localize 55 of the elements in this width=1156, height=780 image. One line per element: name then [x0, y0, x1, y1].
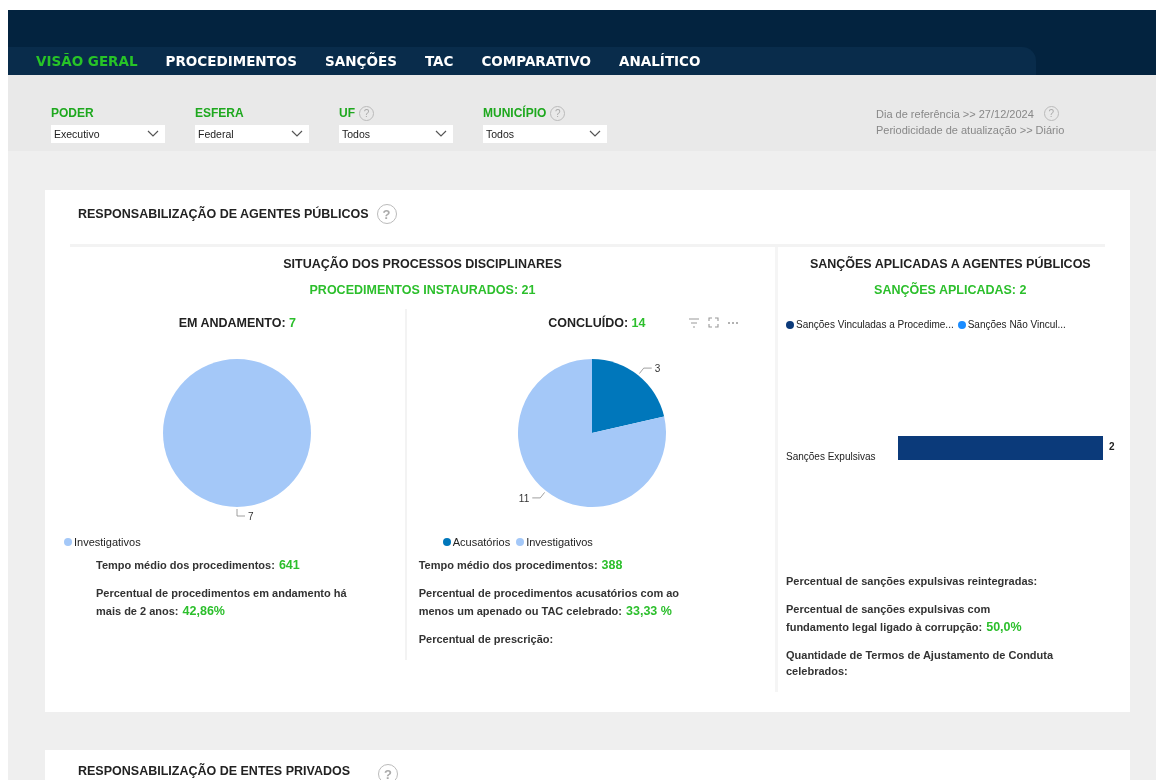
- nav-tab[interactable]: SANÇÕES: [325, 53, 397, 69]
- total-count: PROCEDIMENTOS INSTAURADOS: 21: [308, 283, 537, 297]
- section-title: RESPONSABILIZAÇÃO DE AGENTES PÚBLICOS: [78, 207, 369, 221]
- legend-dot: [64, 538, 72, 546]
- metric-text: Percentual de procedimentos acusatórios com ao menos um apenado ou TAC celebrado: 33,33 %: [418, 586, 681, 621]
- expand-icon[interactable]: [708, 317, 719, 328]
- chart-group-title: SANÇÕES APLICADAS A AGENTES PÚBLICOS: [808, 257, 1092, 271]
- filter-label: ESFERA: [195, 106, 244, 120]
- filter-label: MUNICÍPIO: [483, 106, 547, 120]
- legend-label: Sanções Não Vincul...: [967, 319, 1066, 330]
- chevron-down-icon: [589, 130, 601, 138]
- leader-line: [531, 492, 545, 499]
- update-frequency: Periodicidade de atualização >> Diário: [876, 124, 1066, 136]
- nav-tab[interactable]: PROCEDIMENTOS: [165, 53, 298, 69]
- metric-text: Percentual de procedimentos em andamento há mais de 2 anos: 42,86%: [96, 586, 348, 621]
- more-icon[interactable]: [727, 320, 739, 325]
- nav-tab[interactable]: TAC: [424, 53, 454, 69]
- filter-dropdown[interactable]: Todos: [483, 125, 607, 143]
- reference-date: Dia de referência >> 27/12/2024: [876, 107, 1034, 120]
- data-label: 11: [518, 492, 530, 504]
- section-title: RESPONSABILIZAÇÃO DE ENTES PRIVADOS: [78, 764, 351, 778]
- leader-line: [638, 367, 652, 374]
- metric-text: Quantidade de Termos de Ajustamento de Conduta celebrados:: [786, 648, 1055, 679]
- nav-tab[interactable]: ANALÍTICO: [619, 53, 701, 69]
- filter-label: UF: [339, 106, 355, 120]
- filter-icon[interactable]: [688, 317, 700, 328]
- nav-tab[interactable]: COMPARATIVO: [481, 53, 592, 69]
- metric-text: Tempo médio dos procedimentos: 388: [418, 557, 624, 574]
- filter-dropdown[interactable]: Executivo: [51, 125, 165, 143]
- legend-dot: [442, 538, 451, 546]
- metric-text: Percentual de sanções expulsivas com fundamento legal ligado à corrupção: 50,0%: [786, 601, 1023, 636]
- data-label: 7: [248, 511, 254, 522]
- panel-title: EM ANDAMENTO: 7: [178, 316, 296, 330]
- chevron-down-icon: [291, 130, 303, 138]
- metric-text: Percentual de prescrição:: [418, 632, 555, 648]
- filter-dropdown[interactable]: Todos: [339, 125, 453, 143]
- chevron-down-icon: [147, 130, 159, 138]
- chart-group-title: SITUAÇÃO DOS PROCESSOS DISCIPLINARES: [282, 257, 563, 271]
- chevron-down-icon: [435, 130, 447, 138]
- metric-text: Tempo médio dos procedimentos: 641: [96, 557, 301, 574]
- nav-tab[interactable]: VISÃO GERAL: [36, 53, 138, 69]
- legend-label: Sanções Vinculadas a Procedime...: [796, 319, 954, 330]
- total-count: SANÇÕES APLICADAS: 2: [873, 283, 1028, 297]
- metric-text: Percentual de sanções expulsivas reintegradas:: [786, 574, 1039, 589]
- legend-label: Investigativos: [74, 536, 141, 548]
- category-label: Sanções Expulsivas: [786, 451, 877, 462]
- data-label: 3: [654, 363, 661, 375]
- leader-line: [236, 508, 246, 517]
- filter-dropdown[interactable]: Federal: [195, 125, 309, 143]
- filter-label: PODER: [51, 106, 94, 120]
- legend-label: Acusatórios: [452, 536, 511, 548]
- legend-dot: [516, 538, 525, 546]
- data-label: 2: [1109, 441, 1115, 452]
- panel-title: CONCLUÍDO: 14: [548, 316, 646, 330]
- legend-label: Investigativos: [526, 536, 593, 548]
